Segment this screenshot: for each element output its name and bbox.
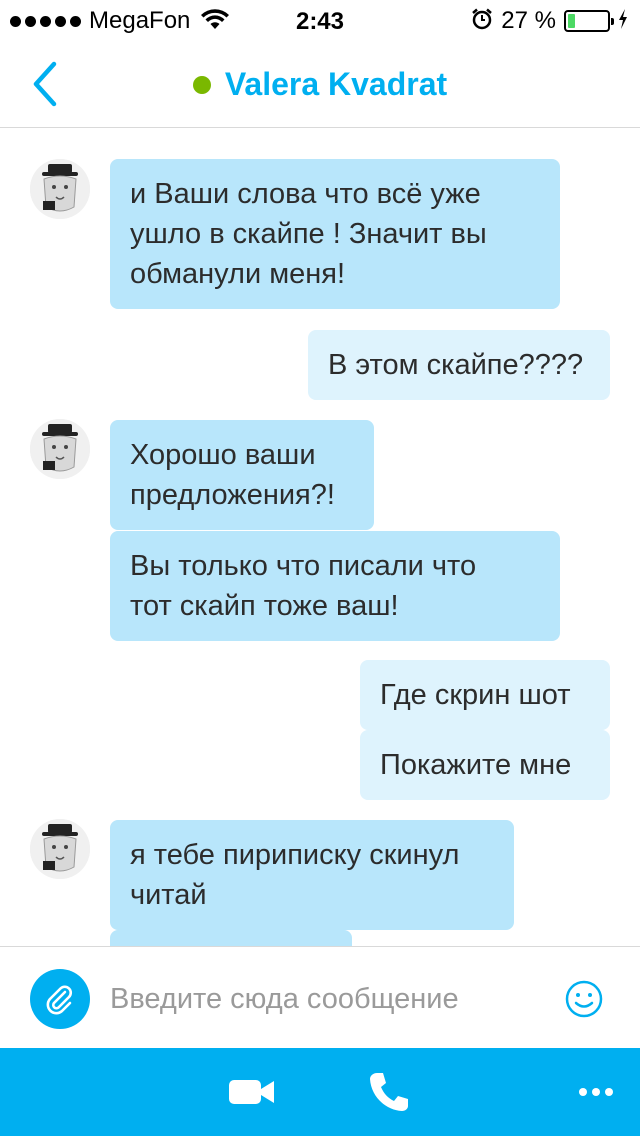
message-list[interactable]: и Ваши слова что всё уже ушло в скайпе !… <box>0 129 640 946</box>
contact-avatar[interactable] <box>30 819 90 879</box>
contact-avatar[interactable] <box>30 159 90 219</box>
voice-call-button[interactable] <box>366 1068 412 1116</box>
contact-avatar[interactable] <box>30 419 90 479</box>
online-status-icon <box>192 75 211 94</box>
emoticon-button[interactable] <box>564 979 604 1019</box>
lion-avatar-icon <box>30 159 90 219</box>
battery-level <box>568 14 576 28</box>
charging-bolt-icon <box>618 8 628 35</box>
message-bubble-incoming[interactable]: Вы только что писали что тот скайп тоже … <box>110 531 560 641</box>
video-call-icon <box>229 1080 274 1104</box>
video-call-button[interactable] <box>226 1068 278 1116</box>
more-options-icon <box>579 1088 613 1096</box>
alarm-icon <box>471 8 493 35</box>
message-bubble-incoming-partial[interactable] <box>110 930 352 946</box>
chat-header: Valera Kvadrat <box>0 40 640 128</box>
lion-avatar-icon <box>30 819 90 879</box>
message-input[interactable] <box>110 977 540 1021</box>
lion-avatar-icon <box>30 419 90 479</box>
call-toolbar <box>0 1048 640 1136</box>
message-composer <box>0 946 640 1048</box>
smiley-icon <box>565 980 603 1018</box>
battery-percent: 27 % <box>501 7 556 34</box>
message-bubble-outgoing[interactable]: Покажите мне <box>360 730 610 800</box>
attach-button[interactable] <box>30 969 90 1029</box>
status-right: 27 % <box>471 7 628 35</box>
battery-icon <box>564 10 614 32</box>
message-bubble-incoming[interactable]: Хорошо ваши предложения?! <box>110 420 374 530</box>
status-bar: MegaFon 2:43 27 % <box>0 0 640 40</box>
paperclip-icon <box>46 985 72 1015</box>
contact-name: Valera Kvadrat <box>224 66 448 102</box>
message-bubble-outgoing[interactable]: Где скрин шот <box>360 660 610 730</box>
contact-title[interactable]: Valera Kvadrat <box>0 66 640 103</box>
message-bubble-incoming[interactable]: я тебе пирипиcку скинул читай <box>110 820 514 930</box>
message-bubble-outgoing[interactable]: В этом скайпе???? <box>308 330 610 400</box>
message-bubble-incoming[interactable]: и Ваши слова что всё уже ушло в скайпе !… <box>110 159 560 309</box>
more-options-button[interactable] <box>576 1068 616 1116</box>
phone-call-icon <box>370 1073 408 1111</box>
